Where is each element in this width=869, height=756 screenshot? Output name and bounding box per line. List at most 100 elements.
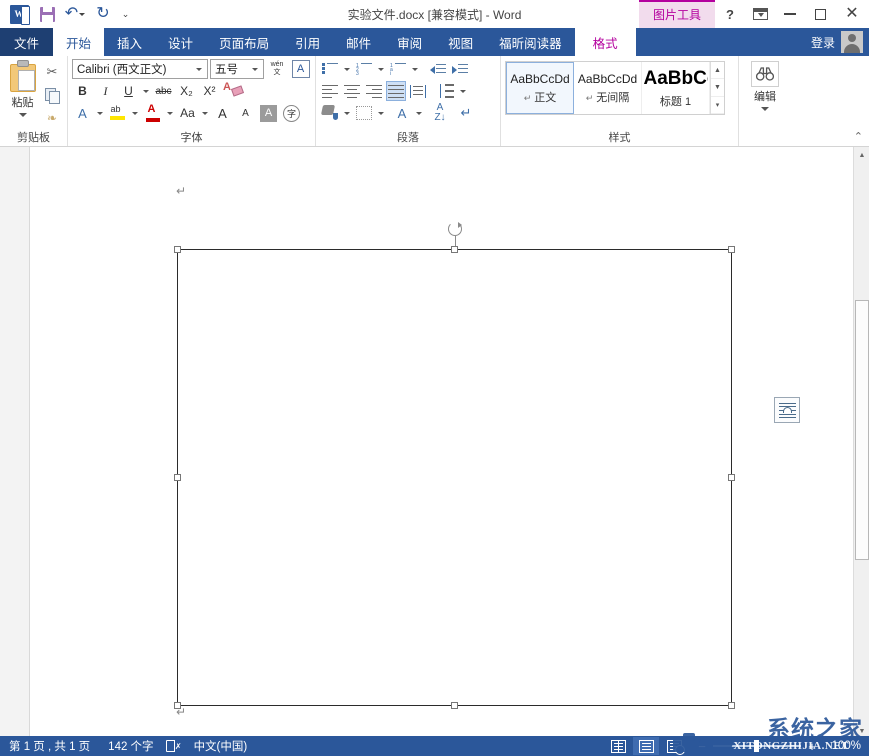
show-formatting-marks-button[interactable]: ↵ <box>456 103 476 123</box>
align-center-button[interactable] <box>342 81 362 101</box>
zoom-out-button[interactable]: − <box>696 739 708 754</box>
rotate-handle-icon[interactable] <box>448 222 462 236</box>
styles-scroll-down-icon[interactable]: ▼ <box>711 79 724 96</box>
minimize-icon[interactable] <box>775 0 805 28</box>
editing-button[interactable]: 编辑 <box>743 61 787 111</box>
text-effects-button[interactable]: A <box>72 103 93 123</box>
tab-file[interactable]: 文件 <box>0 28 53 56</box>
close-icon[interactable]: ✕ <box>835 0 869 28</box>
styles-scroll-up-icon[interactable]: ▲ <box>711 62 724 79</box>
undo-icon[interactable]: ↶ <box>62 2 88 26</box>
resize-handle-middle-left[interactable] <box>174 474 181 481</box>
tab-view[interactable]: 视图 <box>435 28 486 56</box>
font-color-button[interactable]: A <box>142 103 163 123</box>
proofing-errors-icon[interactable]: ✗ <box>166 740 182 753</box>
character-shading-button[interactable]: A <box>258 103 279 123</box>
multilevel-list-button[interactable]: 1ai <box>388 59 408 79</box>
zoom-slider[interactable] <box>713 745 801 747</box>
align-left-button[interactable] <box>320 81 340 101</box>
save-icon[interactable] <box>34 2 60 26</box>
sort-button[interactable]: AZ↓ <box>430 103 450 123</box>
zoom-in-button[interactable]: + <box>806 739 818 754</box>
scrollbar-thumb[interactable] <box>855 300 869 560</box>
numbering-button[interactable]: 123 <box>354 59 374 79</box>
undo-dropdown-arrow-icon[interactable] <box>79 13 85 16</box>
cut-button[interactable]: ✂ <box>41 62 63 82</box>
font-size-dropdown-arrow-icon[interactable] <box>248 68 261 71</box>
shading-button[interactable] <box>320 103 340 123</box>
asian-layout-button[interactable]: A <box>392 103 412 123</box>
style-no-spacing[interactable]: AaBbCcDd ↵ 无间隔 <box>574 62 642 114</box>
resize-handle-bottom-right[interactable] <box>728 702 735 709</box>
tab-references[interactable]: 引用 <box>282 28 333 56</box>
copy-button[interactable] <box>41 85 63 105</box>
document-page[interactable]: ↵ ↵ <box>30 147 838 739</box>
tab-insert[interactable]: 插入 <box>104 28 155 56</box>
styles-more-icon[interactable]: ▾ <box>711 97 724 114</box>
strikethrough-button[interactable]: abc <box>153 81 174 101</box>
subscript-button[interactable]: X₂ <box>176 81 197 101</box>
tab-mailings[interactable]: 邮件 <box>333 28 384 56</box>
resize-handle-bottom-center[interactable] <box>451 702 458 709</box>
shrink-font-button[interactable]: A <box>235 103 256 123</box>
style-normal[interactable]: AaBbCcDd ↵ 正文 <box>506 62 574 114</box>
word-count[interactable]: 142 个字 <box>99 738 162 754</box>
resize-handle-top-left[interactable] <box>174 246 181 253</box>
style-heading-1[interactable]: AaBbCcDd 标题 1 <box>642 62 710 114</box>
align-right-button[interactable] <box>364 81 384 101</box>
avatar[interactable] <box>841 31 863 53</box>
asian-layout-dropdown-arrow-icon[interactable] <box>416 112 422 115</box>
scroll-up-icon[interactable]: ▲ <box>854 147 869 163</box>
tab-review[interactable]: 审阅 <box>384 28 435 56</box>
zoom-level[interactable]: 100% <box>823 740 865 752</box>
tab-home[interactable]: 开始 <box>53 28 104 56</box>
clear-formatting-button[interactable]: A <box>222 81 244 101</box>
borders-dropdown-arrow-icon[interactable] <box>378 112 384 115</box>
line-spacing-dropdown-arrow-icon[interactable] <box>460 90 466 93</box>
borders-button[interactable] <box>354 103 374 123</box>
layout-options-button[interactable] <box>774 397 800 423</box>
word-app-icon[interactable]: W <box>6 2 32 26</box>
tab-picture-format[interactable]: 格式 <box>575 28 636 56</box>
collapse-ribbon-icon[interactable]: ⌃ <box>854 130 863 143</box>
web-layout-view-button[interactable] <box>661 737 687 755</box>
underline-button[interactable]: U <box>118 81 139 101</box>
change-case-button[interactable]: Aa <box>177 103 198 123</box>
sign-in-link[interactable]: 登录 <box>811 34 835 51</box>
italic-button[interactable]: I <box>95 81 116 101</box>
tab-design[interactable]: 设计 <box>155 28 206 56</box>
zoom-slider-thumb[interactable] <box>754 740 759 752</box>
superscript-button[interactable]: X² <box>199 81 220 101</box>
font-name-dropdown-arrow-icon[interactable] <box>192 68 205 71</box>
change-case-dropdown-arrow-icon[interactable] <box>202 112 208 115</box>
enclose-characters-button[interactable]: 字 <box>281 103 302 123</box>
character-border-button[interactable]: A <box>290 59 311 79</box>
multilevel-dropdown-arrow-icon[interactable] <box>412 68 418 71</box>
highlight-dropdown-arrow-icon[interactable] <box>132 112 138 115</box>
bullets-dropdown-arrow-icon[interactable] <box>344 68 350 71</box>
resize-handle-top-center[interactable] <box>451 246 458 253</box>
underline-dropdown-arrow-icon[interactable] <box>143 90 149 93</box>
decrease-indent-button[interactable] <box>428 59 448 79</box>
font-size-combo[interactable]: 五号 <box>210 59 264 79</box>
grow-font-button[interactable]: A <box>212 103 233 123</box>
line-spacing-button[interactable] <box>436 81 456 101</box>
numbering-dropdown-arrow-icon[interactable] <box>378 68 384 71</box>
selected-picture[interactable] <box>177 249 732 706</box>
resize-handle-middle-right[interactable] <box>728 474 735 481</box>
paste-dropdown-arrow-icon[interactable] <box>19 113 27 117</box>
resize-handle-top-right[interactable] <box>728 246 735 253</box>
ribbon-display-options-icon[interactable] <box>745 0 775 28</box>
print-layout-view-button[interactable] <box>633 737 659 755</box>
distributed-button[interactable] <box>408 81 428 101</box>
justify-button[interactable] <box>386 81 406 101</box>
format-painter-button[interactable]: ❧ <box>41 108 63 128</box>
page-indicator[interactable]: 第 1 页 , 共 1 页 <box>0 738 99 754</box>
text-effects-dropdown-arrow-icon[interactable] <box>97 112 103 115</box>
tab-foxit-reader[interactable]: 福昕阅读器 <box>486 28 575 56</box>
paste-button[interactable]: 粘贴 <box>4 59 41 117</box>
highlight-button[interactable]: ab <box>107 103 128 123</box>
maximize-icon[interactable] <box>805 0 835 28</box>
bold-button[interactable]: B <box>72 81 93 101</box>
redo-icon[interactable]: ↻ <box>90 2 116 26</box>
